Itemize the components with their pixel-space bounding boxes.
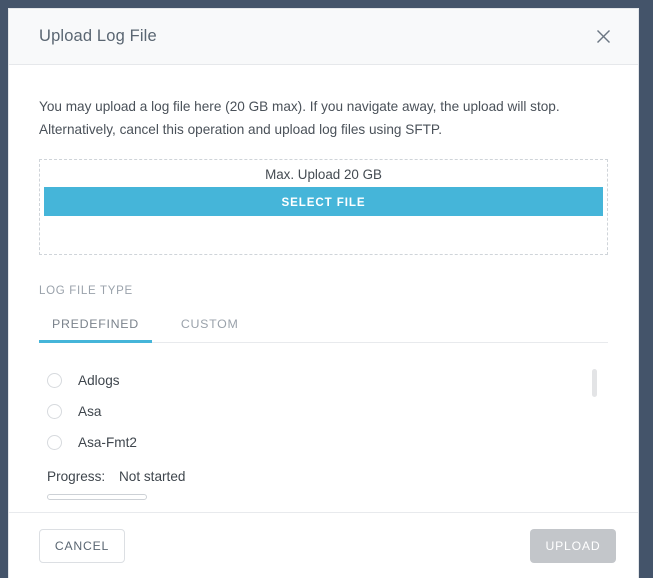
screen: Upload Log File You may upload a log fil… (0, 0, 653, 578)
dialog-footer: CANCEL UPLOAD (9, 512, 638, 578)
close-button[interactable] (590, 24, 616, 50)
description-line-1: You may upload a log file here (20 GB ma… (39, 99, 560, 114)
progress-status: Progress: Not started (39, 469, 616, 484)
progress-value: Not started (118, 469, 186, 484)
radio-icon[interactable] (47, 404, 62, 419)
upload-description: You may upload a log file here (20 GB ma… (39, 65, 599, 141)
progress-area: Progress: Not started (39, 469, 616, 500)
tab-custom[interactable]: CUSTOM (168, 314, 252, 342)
log-file-type-options: Adlogs Asa Asa-Fmt2 (39, 365, 608, 461)
file-dropzone[interactable]: Max. Upload 20 GB SELECT FILE (39, 159, 608, 255)
tab-predefined[interactable]: PREDEFINED (39, 314, 152, 343)
list-item[interactable]: Asa (39, 396, 608, 427)
list-item[interactable]: Adlogs (39, 365, 608, 396)
dialog-body: You may upload a log file here (20 GB ma… (9, 65, 638, 512)
description-line-2: Alternatively, cancel this operation and… (39, 122, 443, 137)
radio-icon[interactable] (47, 435, 62, 450)
dialog-header: Upload Log File (9, 9, 638, 65)
progress-label: Progress: (47, 469, 106, 484)
radio-icon[interactable] (47, 373, 62, 388)
upload-button[interactable]: UPLOAD (530, 528, 616, 563)
cancel-button[interactable]: CANCEL (39, 528, 125, 563)
progress-bar (47, 494, 147, 500)
list-item[interactable]: Asa-Fmt2 (39, 427, 608, 458)
backdrop-top-strip (0, 0, 653, 8)
dialog-title: Upload Log File (39, 27, 157, 45)
log-file-type-label: LOG FILE TYPE (39, 285, 133, 297)
options-scrollbar-thumb[interactable] (592, 369, 597, 397)
dropzone-max-label: Max. Upload 20 GB (265, 167, 382, 182)
log-file-type-tabs: PREDEFINED CUSTOM (39, 314, 608, 343)
option-label: Asa-Fmt2 (78, 435, 137, 450)
upload-log-file-dialog: Upload Log File You may upload a log fil… (8, 8, 639, 578)
option-label: Adlogs (78, 373, 120, 388)
options-scrollbar[interactable] (592, 365, 597, 461)
select-file-button[interactable]: SELECT FILE (44, 187, 603, 216)
backdrop-right-strip (639, 0, 653, 578)
close-icon (596, 29, 611, 44)
backdrop-left-strip (0, 0, 8, 578)
option-label: Asa (78, 404, 102, 419)
